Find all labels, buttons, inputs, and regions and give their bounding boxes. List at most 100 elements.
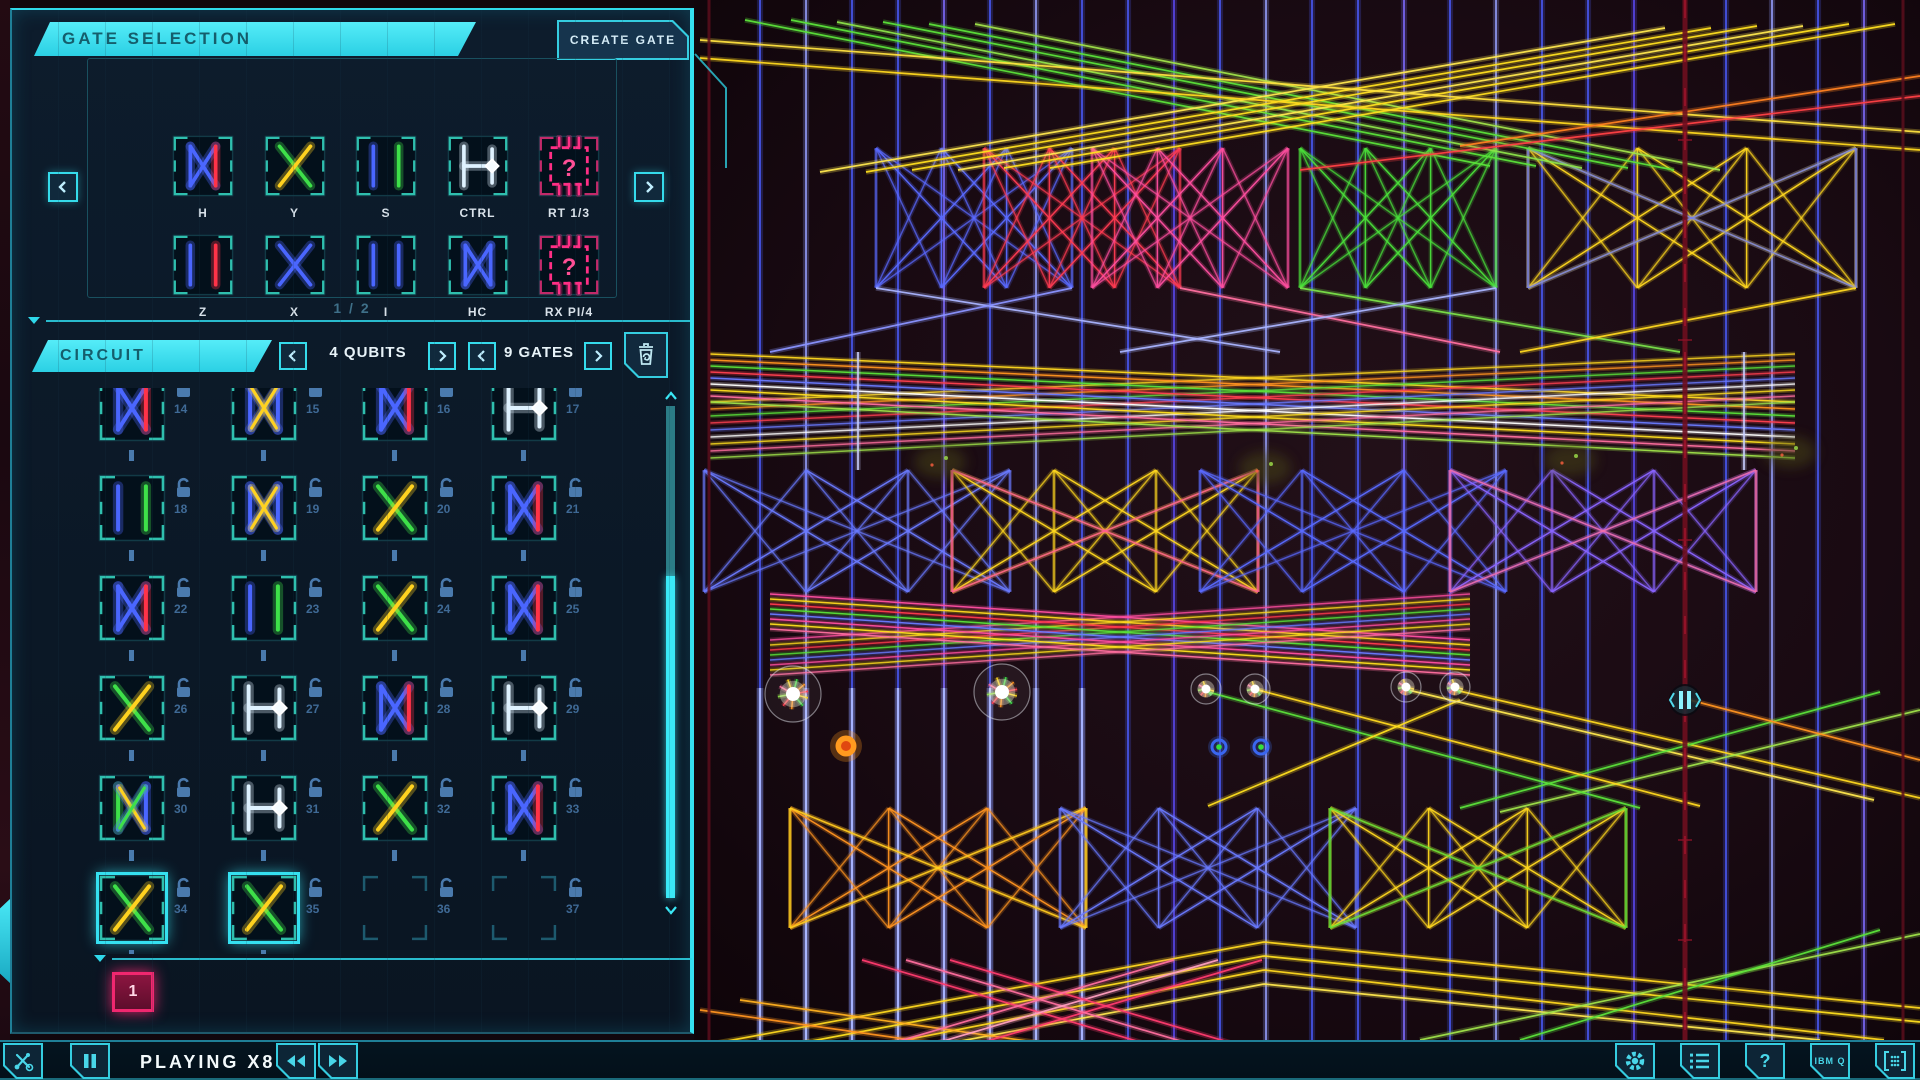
circuit-slot-36[interactable]: 36	[361, 874, 487, 954]
circuit-gate-29[interactable]	[490, 674, 558, 742]
unlock-icon[interactable]	[174, 776, 194, 802]
circuit-gate-36[interactable]	[361, 874, 429, 942]
pause-button[interactable]	[70, 1043, 110, 1079]
help-button[interactable]: ?	[1745, 1043, 1785, 1079]
circuit-slot-35[interactable]: 35	[230, 874, 356, 954]
circuit-slot-37[interactable]: 37	[490, 874, 616, 954]
unlock-icon[interactable]	[306, 576, 326, 602]
circuit-slot-25[interactable]: 25	[490, 574, 616, 674]
circuit-gate-16[interactable]	[361, 388, 429, 442]
unlock-icon[interactable]	[306, 776, 326, 802]
circuit-gate-23[interactable]	[230, 574, 298, 642]
divider-arrow-icon[interactable]	[28, 317, 40, 324]
unlock-icon[interactable]	[306, 388, 326, 402]
circuit-gate-19[interactable]	[230, 474, 298, 542]
unlock-icon[interactable]	[306, 676, 326, 702]
circuit-slot-17[interactable]: 17	[490, 388, 616, 474]
unlock-icon[interactable]	[437, 676, 457, 702]
unlock-icon[interactable]	[437, 476, 457, 502]
circuit-scrollbar[interactable]	[664, 390, 680, 930]
unlock-icon[interactable]	[306, 876, 326, 902]
circuit-slot-23[interactable]: 23	[230, 574, 356, 674]
unlock-icon[interactable]	[174, 576, 194, 602]
circuit-slot-33[interactable]: 33	[490, 774, 616, 874]
circuit-gate-25[interactable]	[490, 574, 558, 642]
circuit-slot-26[interactable]: 26	[98, 674, 224, 774]
circuit-slot-32[interactable]: 32	[361, 774, 487, 874]
menu-list-button[interactable]	[1680, 1043, 1720, 1079]
circuit-gate-33[interactable]	[490, 774, 558, 842]
circuit-slot-19[interactable]: 19	[230, 474, 356, 574]
unlock-icon[interactable]	[437, 776, 457, 802]
clear-circuit-button[interactable]	[624, 332, 668, 378]
circuit-gate-32[interactable]	[361, 774, 429, 842]
circuit-gate-17[interactable]	[490, 388, 558, 442]
gates-decrease-button[interactable]	[468, 342, 496, 370]
scrollbar-track[interactable]	[666, 406, 675, 576]
unlock-icon[interactable]	[566, 676, 586, 702]
gate-tile-ctrl[interactable]: CTRL	[447, 135, 509, 220]
circuit-gate-28[interactable]	[361, 674, 429, 742]
unlock-icon[interactable]	[566, 388, 586, 402]
gate-tile-rt-1-3[interactable]: ?RT 1/3	[538, 135, 600, 220]
circuit-slot-22[interactable]: 22	[98, 574, 224, 674]
scroll-down-icon[interactable]	[664, 904, 678, 916]
divider-arrow-icon[interactable]	[94, 955, 106, 962]
unlock-icon[interactable]	[437, 876, 457, 902]
unlock-icon[interactable]	[437, 388, 457, 402]
circuit-gate-31[interactable]	[230, 774, 298, 842]
circuit-gate-15[interactable]	[230, 388, 298, 442]
scrollbar-thumb[interactable]	[666, 576, 675, 898]
qubits-increase-button[interactable]	[428, 342, 456, 370]
circuit-gate-22[interactable]	[98, 574, 166, 642]
matrix-view-button[interactable]	[1875, 1043, 1915, 1079]
unlock-icon[interactable]	[174, 876, 194, 902]
palette-prev-button[interactable]	[48, 172, 78, 202]
gate-tile-h[interactable]: H	[172, 135, 234, 220]
unlock-icon[interactable]	[174, 676, 194, 702]
circuit-slot-16[interactable]: 16	[361, 388, 487, 474]
circuit-gate-24[interactable]	[361, 574, 429, 642]
unlock-icon[interactable]	[566, 476, 586, 502]
unlock-icon[interactable]	[566, 576, 586, 602]
circuit-slot-14[interactable]: 14	[98, 388, 224, 474]
settings-button[interactable]	[1615, 1043, 1655, 1079]
circuit-gate-35[interactable]	[230, 874, 298, 942]
circuit-gate-21[interactable]	[490, 474, 558, 542]
circuit-gate-14[interactable]	[98, 388, 166, 442]
gate-tile-s[interactable]: S	[355, 135, 417, 220]
circuit-gate-30[interactable]	[98, 774, 166, 842]
circuit-grid-viewport[interactable]: 1415161718192021222324252627282930313233…	[60, 388, 664, 954]
unlock-icon[interactable]	[174, 476, 194, 502]
unlock-icon[interactable]	[437, 576, 457, 602]
circuit-gate-18[interactable]	[98, 474, 166, 542]
circuit-gate-27[interactable]	[230, 674, 298, 742]
scroll-up-icon[interactable]	[664, 390, 678, 402]
unlock-icon[interactable]	[174, 388, 194, 402]
circuit-slot-24[interactable]: 24	[361, 574, 487, 674]
tools-button[interactable]	[3, 1043, 43, 1079]
palette-next-button[interactable]	[634, 172, 664, 202]
rewind-button[interactable]	[276, 1043, 316, 1079]
circuit-slot-27[interactable]: 27	[230, 674, 356, 774]
circuit-slot-31[interactable]: 31	[230, 774, 356, 874]
unlock-icon[interactable]	[566, 876, 586, 902]
qubits-decrease-button[interactable]	[279, 342, 307, 370]
gate-tile-y[interactable]: Y	[264, 135, 326, 220]
circuit-slot-18[interactable]: 18	[98, 474, 224, 574]
unlock-icon[interactable]	[306, 476, 326, 502]
circuit-visualization[interactable]	[694, 0, 1920, 1040]
ibm-q-button[interactable]: IBM Q	[1810, 1043, 1850, 1079]
gates-increase-button[interactable]	[584, 342, 612, 370]
fast-forward-button[interactable]	[318, 1043, 358, 1079]
circuit-slot-15[interactable]: 15	[230, 388, 356, 474]
circuit-slot-21[interactable]: 21	[490, 474, 616, 574]
circuit-slot-20[interactable]: 20	[361, 474, 487, 574]
circuit-page-1-button[interactable]: 1	[112, 972, 154, 1012]
circuit-gate-34[interactable]	[98, 874, 166, 942]
circuit-gate-20[interactable]	[361, 474, 429, 542]
circuit-slot-30[interactable]: 30	[98, 774, 224, 874]
circuit-gate-37[interactable]	[490, 874, 558, 942]
unlock-icon[interactable]	[566, 776, 586, 802]
circuit-gate-26[interactable]	[98, 674, 166, 742]
